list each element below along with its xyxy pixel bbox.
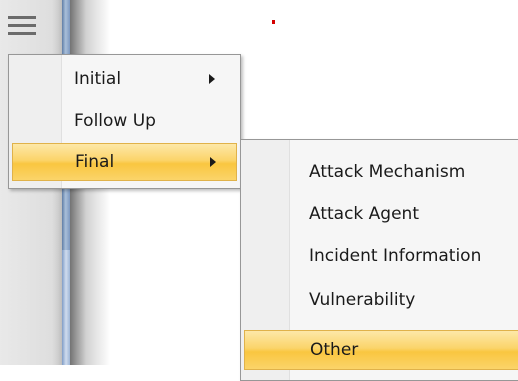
menu-item-label: Final: [75, 152, 115, 172]
menu-item-incident-information[interactable]: Incident Information: [241, 236, 518, 276]
menu-item-attack-agent[interactable]: Attack Agent: [241, 194, 518, 234]
menu-item-initial[interactable]: Initial: [9, 59, 240, 99]
menu-item-label: Incident Information: [309, 246, 482, 266]
hamburger-menu-icon[interactable]: [8, 14, 36, 38]
menu-item-follow-up[interactable]: Follow Up: [9, 101, 240, 141]
scrollbar-track[interactable]: [62, 250, 70, 365]
menu-item-other[interactable]: Other: [244, 330, 518, 370]
red-mark: [272, 20, 275, 24]
submenu-arrow-icon: [209, 74, 215, 84]
menu-item-label: Initial: [74, 69, 122, 89]
final-submenu: Attack Mechanism Attack Agent Incident I…: [240, 139, 518, 381]
menu-item-attack-mechanism[interactable]: Attack Mechanism: [241, 152, 518, 192]
menu-item-label: Attack Mechanism: [309, 162, 466, 182]
context-menu: Initial Follow Up Final: [8, 54, 241, 189]
submenu-arrow-icon: [210, 157, 216, 167]
menu-item-label: Attack Agent: [309, 204, 419, 224]
menu-item-label: Follow Up: [74, 111, 156, 131]
menu-item-label: Vulnerability: [309, 290, 416, 310]
menu-item-final[interactable]: Final: [12, 143, 237, 181]
menu-item-label: Other: [310, 340, 359, 360]
menu-item-vulnerability[interactable]: Vulnerability: [241, 280, 518, 320]
